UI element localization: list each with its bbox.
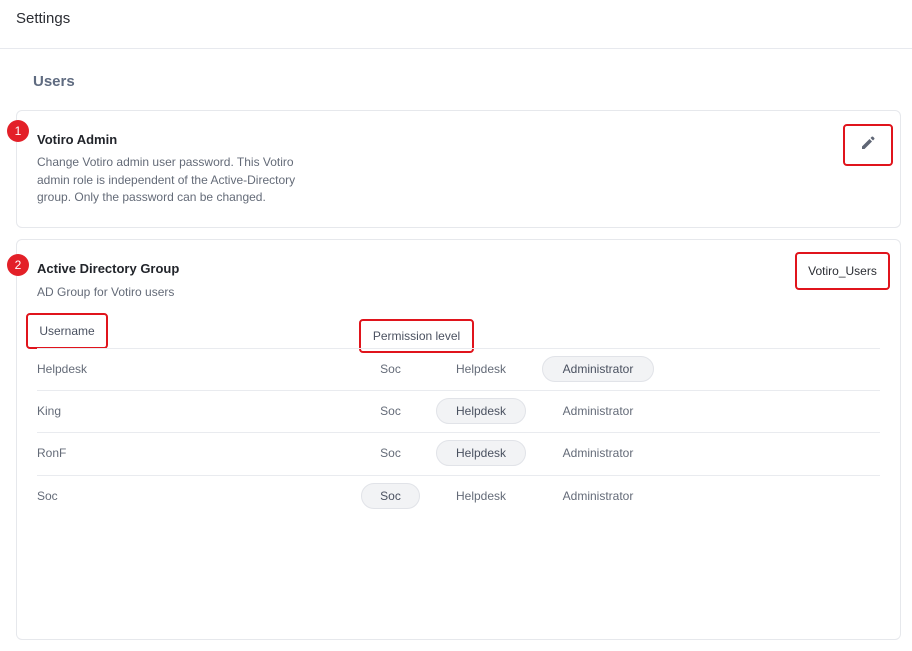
permission-option-helpdesk[interactable]: Helpdesk: [436, 356, 526, 382]
permission-option-soc[interactable]: Soc: [361, 398, 420, 424]
description-line: admin role is independent of the Active-…: [37, 172, 296, 187]
row-divider: [37, 432, 880, 433]
row-divider: [37, 348, 880, 349]
edit-admin-password-button[interactable]: [843, 124, 893, 166]
permission-option-administrator[interactable]: Administrator: [542, 483, 654, 509]
permission-option-helpdesk[interactable]: Helpdesk: [436, 398, 526, 424]
permission-option-helpdesk[interactable]: Helpdesk: [436, 483, 526, 509]
column-header-username: Username: [39, 324, 95, 338]
votiro-admin-description: Change Votiro admin user password. This …: [37, 154, 295, 207]
permission-option-soc[interactable]: Soc: [361, 483, 420, 509]
permission-option-administrator[interactable]: Administrator: [542, 398, 654, 424]
description-line: group. Only the password can be changed.: [37, 190, 266, 204]
row-divider: [37, 475, 880, 476]
permission-option-helpdesk[interactable]: Helpdesk: [436, 440, 526, 466]
permission-option-administrator[interactable]: Administrator: [542, 356, 654, 382]
active-directory-title: Active Directory Group: [37, 261, 180, 276]
top-bar: Settings: [0, 0, 912, 49]
username-cell: Helpdesk: [37, 362, 88, 376]
permission-option-administrator[interactable]: Administrator: [542, 440, 654, 466]
active-directory-description: AD Group for Votiro users: [37, 285, 175, 299]
page-title: Settings: [16, 10, 71, 27]
pencil-icon: [860, 135, 876, 156]
ad-group-name[interactable]: Votiro_Users: [795, 252, 890, 290]
username-cell: RonF: [37, 446, 67, 460]
description-line: Change Votiro admin user password. This …: [37, 155, 294, 169]
username-cell: King: [37, 404, 62, 418]
permission-option-soc[interactable]: Soc: [361, 356, 420, 382]
row-divider: [37, 390, 880, 391]
step-badge-1: 1: [7, 120, 29, 142]
permission-option-soc[interactable]: Soc: [361, 440, 420, 466]
section-title-users: Users: [33, 73, 75, 90]
username-cell: Soc: [37, 489, 58, 503]
votiro-admin-title: Votiro Admin: [37, 132, 118, 147]
step-badge-2: 2: [7, 254, 29, 276]
